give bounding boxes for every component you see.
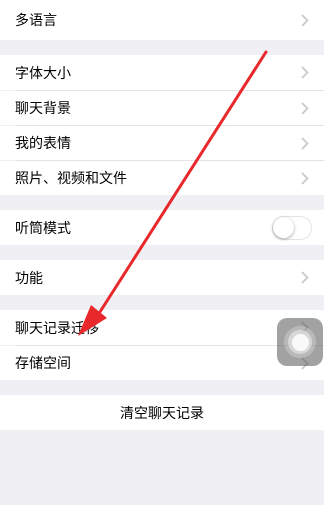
settings-item-label: 字体大小 (15, 65, 71, 82)
chevron-right-icon (298, 13, 312, 27)
assistive-touch-icon[interactable] (277, 318, 323, 366)
clear-chat-history-button[interactable]: 清空聊天记录 (0, 395, 324, 430)
chevron-right-icon (298, 271, 312, 285)
settings-item-features[interactable]: 功能 (0, 260, 324, 295)
settings-item-storage-space[interactable]: 存储空间 (0, 346, 324, 380)
assistive-touch-ring (291, 333, 309, 351)
chevron-right-icon (298, 66, 312, 80)
assistive-touch-ring (284, 326, 316, 358)
settings-item-label: 聊天记录迁移 (15, 320, 99, 337)
settings-item-label: 聊天背景 (15, 101, 71, 117)
chevron-right-icon (298, 101, 312, 115)
chevron-right-icon (298, 136, 312, 150)
settings-item-chat-history-migration[interactable]: 聊天记录迁移 (0, 310, 324, 345)
settings-item-label: 存储空间 (15, 356, 71, 372)
assistive-touch-ring (288, 330, 312, 354)
settings-item-label: 功能 (15, 270, 43, 287)
settings-item-font-size[interactable]: 字体大小 (0, 55, 324, 90)
settings-item-label: 我的表情 (15, 136, 71, 152)
clear-chat-history-label: 清空聊天记录 (120, 405, 204, 422)
settings-item-label: 听筒模式 (15, 220, 71, 237)
chevron-right-icon (298, 171, 312, 185)
settings-item-earpiece-mode: 听筒模式 (0, 210, 324, 245)
settings-item-photos-videos-files[interactable]: 照片、视频和文件 (0, 161, 324, 195)
earpiece-mode-toggle[interactable] (272, 215, 312, 240)
settings-item-label: 多语言 (15, 13, 57, 29)
settings-item-my-stickers[interactable]: 我的表情 (0, 126, 324, 160)
settings-item-language[interactable]: 多语言 (0, 0, 324, 40)
settings-item-label: 照片、视频和文件 (15, 171, 127, 187)
toggle-knob (273, 216, 294, 238)
settings-item-chat-background[interactable]: 聊天背景 (0, 91, 324, 125)
